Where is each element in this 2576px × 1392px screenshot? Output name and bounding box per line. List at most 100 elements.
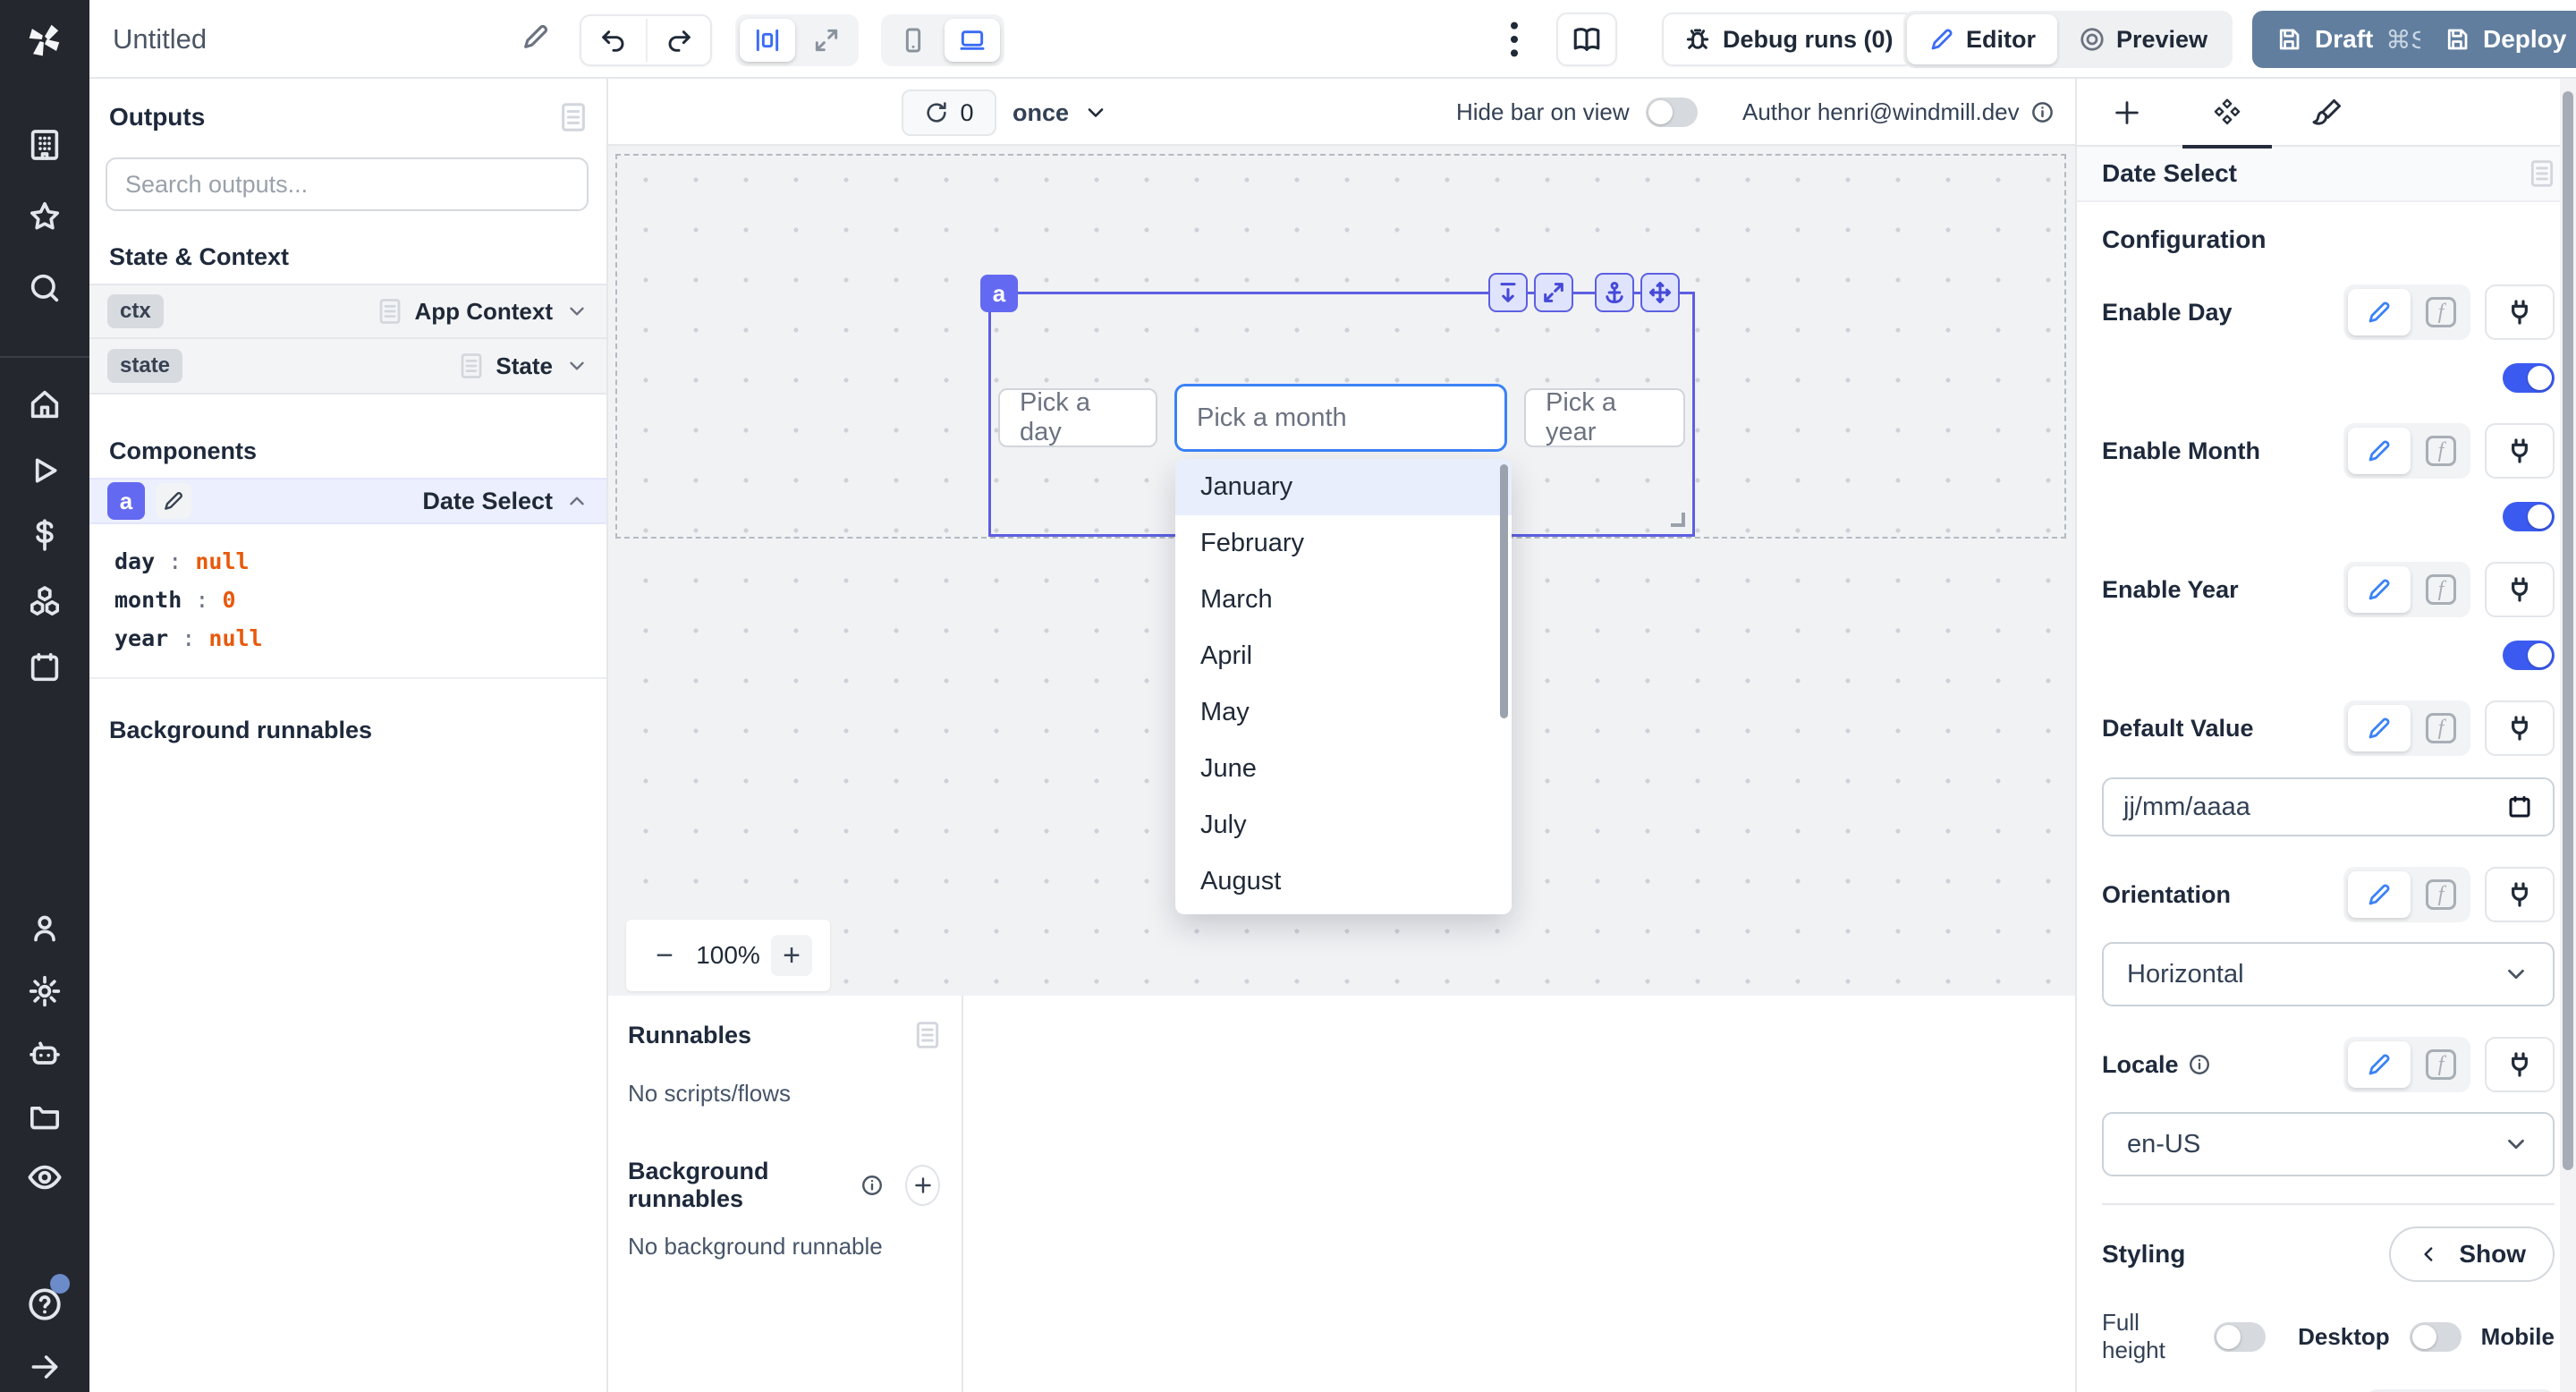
resources-icon[interactable] [0,576,89,626]
connect-input-button[interactable] [2485,562,2555,617]
debug-runs-button[interactable]: Debug runs (0) [1662,13,1915,66]
expression-editor-button[interactable]: f [2416,705,2466,751]
help-icon[interactable] [0,1279,89,1329]
windmill-logo[interactable] [0,0,89,79]
settings-icon[interactable] [0,966,89,1016]
expression-editor-button[interactable]: f [2416,566,2466,613]
connect-input-button[interactable] [2485,867,2555,922]
preview-tab[interactable]: Preview [2057,14,2229,64]
info-icon[interactable] [2188,1053,2211,1076]
chevron-down-icon[interactable] [565,300,589,323]
component-a-row[interactable]: a Date Select [89,478,606,524]
tab-global-styling[interactable] [2277,79,2377,147]
home-icon[interactable] [0,379,89,429]
year-input[interactable]: Pick a year [1524,388,1685,447]
desktop-view-button[interactable] [945,19,1000,62]
outputs-search[interactable] [106,157,589,211]
rename-component-icon[interactable] [156,483,191,519]
search-icon[interactable] [0,263,89,313]
fullsize-icon[interactable] [1534,273,1573,312]
editor-tab[interactable]: Editor [1907,14,2057,64]
users-icon[interactable] [0,904,89,954]
more-menu-button[interactable] [1501,20,1528,59]
variables-icon[interactable] [0,510,89,560]
undo-button[interactable] [581,19,646,62]
month-option[interactable]: January [1175,459,1512,515]
scrollbar-thumb[interactable] [2563,91,2573,1170]
connect-input-button[interactable] [2485,423,2555,479]
month-option[interactable]: February [1175,515,1512,572]
audit-logs-icon[interactable] [0,1152,89,1202]
tab-insert-component[interactable] [2077,79,2177,147]
state-row[interactable]: state State [89,339,606,395]
calendar-icon[interactable] [2506,794,2533,820]
month-option[interactable]: August [1175,853,1512,910]
connect-input-button[interactable] [2485,700,2555,756]
search-outputs-input[interactable] [125,171,569,199]
hide-bar-toggle[interactable] [1646,98,1698,127]
window-scrollbar[interactable] [2560,79,2576,1392]
zoom-out-button[interactable]: − [644,935,685,976]
deploy-button[interactable]: Deploy [2420,11,2576,68]
info-icon[interactable] [2030,100,2055,124]
move-icon[interactable] [1640,273,1680,312]
static-editor-button[interactable] [2348,566,2411,613]
zoom-in-button[interactable]: + [771,935,812,976]
chevron-down-icon[interactable] [565,354,589,378]
default-value-date-input[interactable]: jj/mm/aaaa [2102,777,2555,836]
output-month[interactable]: month : 0 [114,581,606,619]
fullscreen-layout-button[interactable] [799,19,854,62]
month-option[interactable]: June [1175,741,1512,797]
tab-component-settings[interactable] [2177,79,2277,147]
schedules-icon[interactable] [0,642,89,692]
outputs-doc-icon[interactable] [560,102,587,132]
full-height-toggle[interactable] [2214,1322,2266,1352]
folders-icon[interactable] [0,1091,89,1142]
rename-app-icon[interactable] [521,21,551,52]
output-year[interactable]: year : null [114,619,606,658]
schedule-mode-select[interactable]: once [1013,89,1108,136]
desktop-toggle[interactable] [2410,1322,2462,1352]
enable-year-toggle[interactable] [2503,641,2555,670]
anchor-icon[interactable] [1595,273,1634,312]
dropdown-scrollbar[interactable] [1500,464,1508,718]
day-input[interactable]: Pick a day [998,388,1157,447]
runnables-doc-icon[interactable] [915,1021,940,1049]
ctx-row[interactable]: ctx App Context [89,284,606,339]
month-option[interactable]: March [1175,572,1512,628]
orientation-select[interactable]: Horizontal [2102,942,2555,1006]
static-editor-button[interactable] [2348,289,2411,335]
add-background-runnable-button[interactable] [905,1165,940,1206]
expand-down-icon[interactable] [1488,273,1528,312]
expression-editor-button[interactable]: f [2416,428,2466,474]
ai-assistant-icon[interactable] [0,1029,89,1079]
enable-month-toggle[interactable] [2503,502,2555,531]
settings-doc-icon[interactable] [2529,159,2555,188]
expression-editor-button[interactable]: f [2416,1041,2466,1088]
static-editor-button[interactable] [2348,1041,2411,1088]
static-editor-button[interactable] [2348,428,2411,474]
resize-handle[interactable] [1671,513,1685,527]
expression-editor-button[interactable]: f [2416,289,2466,335]
centered-layout-button[interactable] [740,19,795,62]
expression-editor-button[interactable]: f [2416,871,2466,918]
redo-button[interactable] [646,19,710,62]
app-canvas[interactable]: a Pick a da [608,146,2075,996]
month-input[interactable]: Pick a month [1174,384,1507,452]
enable-day-toggle[interactable] [2503,363,2555,393]
output-day[interactable]: day : null [114,542,606,581]
static-editor-button[interactable] [2348,705,2411,751]
month-option[interactable]: April [1175,628,1512,684]
month-option[interactable]: July [1175,797,1512,853]
workspace-icon[interactable] [0,120,89,170]
connect-input-button[interactable] [2485,1037,2555,1092]
collapse-rail-icon[interactable] [0,1342,89,1392]
info-icon[interactable] [860,1174,884,1197]
locale-select[interactable]: en-US [2102,1112,2555,1176]
runs-icon[interactable] [0,446,89,496]
month-option[interactable]: May [1175,684,1512,741]
docs-button[interactable] [1556,13,1617,66]
connect-input-button[interactable] [2485,284,2555,340]
show-styling-button[interactable]: Show [2389,1226,2555,1282]
refresh-count-button[interactable]: 0 [902,89,996,136]
